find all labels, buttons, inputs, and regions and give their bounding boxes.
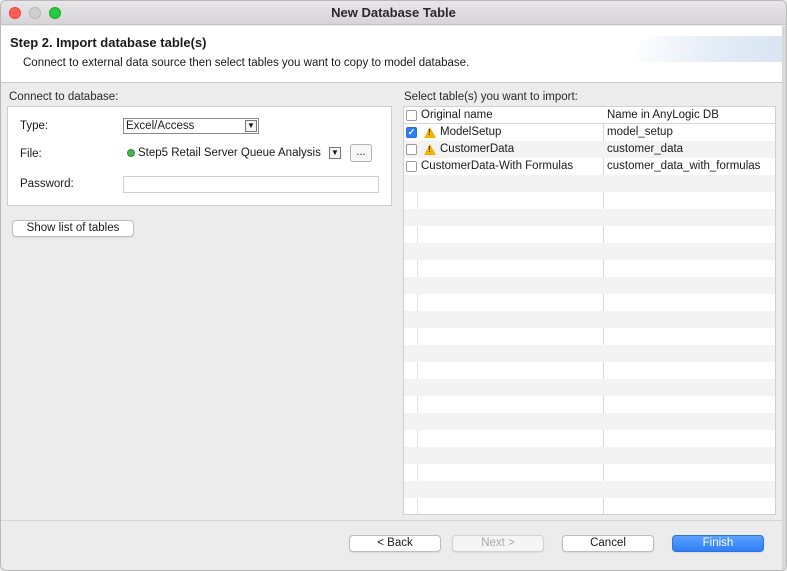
step-description: Connect to external data source then sel… xyxy=(23,57,470,69)
dialog-window: New Database Table Step 2. Import databa… xyxy=(0,0,787,571)
table-row[interactable]: ! CustomerData customer_data xyxy=(404,141,775,158)
empty-row xyxy=(404,498,775,514)
original-name-cell: CustomerData xyxy=(440,143,515,155)
row-checkbox[interactable]: ✓ xyxy=(406,127,417,138)
next-button[interactable]: Next > xyxy=(452,535,544,552)
window-edge xyxy=(782,26,786,570)
select-all-checkbox[interactable] xyxy=(406,110,417,121)
header-decoration xyxy=(632,36,782,62)
original-name-cell: CustomerData-With Formulas xyxy=(421,160,574,172)
empty-row xyxy=(404,243,775,260)
empty-row xyxy=(404,362,775,379)
empty-row xyxy=(404,396,775,413)
empty-row xyxy=(404,226,775,243)
back-button[interactable]: < Back xyxy=(349,535,441,552)
column-header-anylogic[interactable]: Name in AnyLogic DB xyxy=(607,107,719,124)
window-title: New Database Table xyxy=(331,5,456,20)
anylogic-name-cell[interactable]: model_setup xyxy=(607,124,673,141)
empty-row xyxy=(404,311,775,328)
table-row[interactable]: CustomerData-With Formulas customer_data_… xyxy=(404,158,775,175)
row-checkbox[interactable] xyxy=(406,144,417,155)
footer-divider xyxy=(1,520,782,521)
warning-icon: ! xyxy=(424,127,436,138)
tables-grid: Original name Name in AnyLogic DB ✓! Mode… xyxy=(403,106,776,515)
password-label: Password: xyxy=(20,178,74,190)
empty-row xyxy=(404,379,775,396)
cancel-button[interactable]: Cancel xyxy=(562,535,654,552)
connection-panel: Type: Excel/Access ▼ File: Step5 Retail … xyxy=(7,106,392,206)
type-select[interactable]: Excel/Access ▼ xyxy=(123,118,259,134)
file-select[interactable]: Step5 Retail Server Queue Analysis ▼ xyxy=(123,145,341,161)
empty-row xyxy=(404,192,775,209)
original-name-cell: ModelSetup xyxy=(440,126,502,138)
empty-row xyxy=(404,345,775,362)
empty-row xyxy=(404,260,775,277)
empty-row xyxy=(404,277,775,294)
empty-row xyxy=(404,209,775,226)
table-row[interactable]: ✓! ModelSetup model_setup xyxy=(404,124,775,141)
empty-row xyxy=(404,328,775,345)
dropdown-arrow-icon: ▼ xyxy=(245,120,257,132)
anylogic-name-cell[interactable]: customer_data xyxy=(607,141,683,158)
tables-section-label: Select table(s) you want to import: xyxy=(404,91,578,103)
empty-row xyxy=(404,447,775,464)
connect-section-label: Connect to database: xyxy=(9,91,119,103)
file-select-value: Step5 Retail Server Queue Analysis xyxy=(138,147,321,159)
empty-row xyxy=(404,481,775,498)
table-header: Original name Name in AnyLogic DB xyxy=(404,107,775,124)
show-tables-button[interactable]: Show list of tables xyxy=(12,220,134,237)
empty-row xyxy=(404,413,775,430)
column-header-original[interactable]: Original name xyxy=(421,107,493,124)
dropdown-arrow-icon: ▼ xyxy=(329,147,341,159)
password-field[interactable] xyxy=(123,176,379,193)
finish-button[interactable]: Finish xyxy=(672,535,764,552)
browse-file-button[interactable]: ... xyxy=(350,144,372,162)
wizard-header: Step 2. Import database table(s) Connect… xyxy=(1,26,782,83)
type-label: Type: xyxy=(20,120,49,132)
empty-row xyxy=(404,294,775,311)
step-title: Step 2. Import database table(s) xyxy=(10,35,207,50)
status-dot-icon xyxy=(127,149,135,157)
empty-row xyxy=(404,175,775,192)
empty-row xyxy=(404,430,775,447)
file-label: File: xyxy=(20,148,42,160)
type-select-value: Excel/Access xyxy=(126,120,195,132)
empty-row xyxy=(404,464,775,481)
title-bar: New Database Table xyxy=(1,1,786,25)
warning-icon: ! xyxy=(424,144,436,155)
row-checkbox[interactable] xyxy=(406,161,417,172)
anylogic-name-cell[interactable]: customer_data_with_formulas xyxy=(607,158,760,175)
